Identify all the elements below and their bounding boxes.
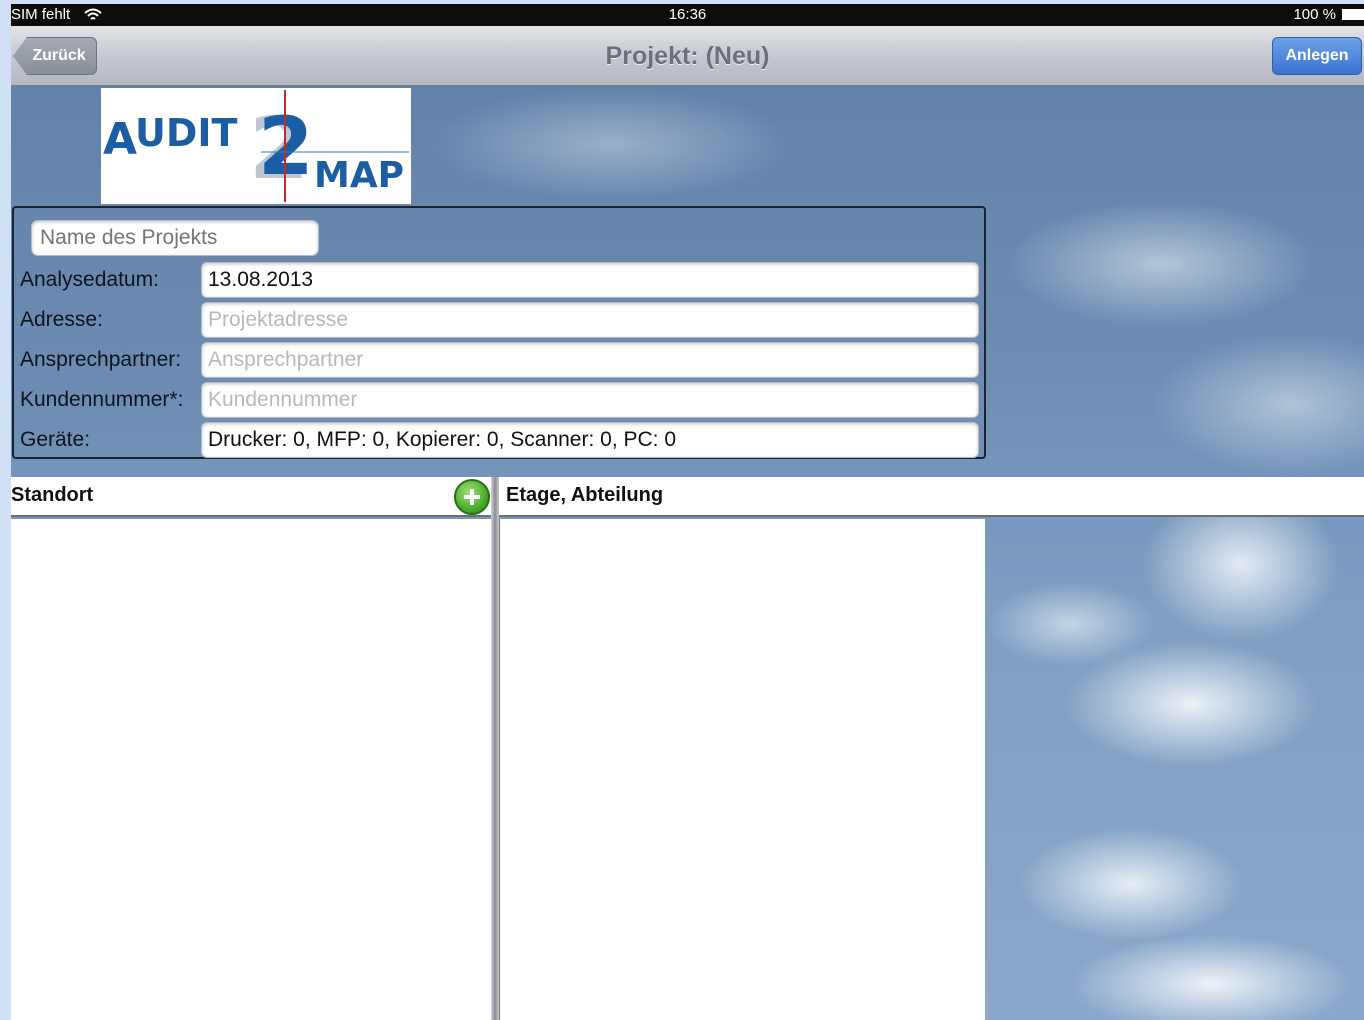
create-button[interactable]: Anlegen [1272,37,1362,75]
location-list-header: Standort [11,477,491,517]
battery-icon [1342,9,1364,20]
project-form: Analysedatum: 13.08.2013 Adresse: Projek… [12,206,986,459]
customer-number-field[interactable]: Kundennummer [201,382,979,418]
battery-status: 100 % [1293,6,1364,23]
navigation-bar: Zurück Projekt: (Neu) Anlegen [11,26,1364,86]
logo-graphic: A UDIT 2 2 MAP [103,90,409,202]
analysis-date-label: Analysedatum: [20,268,159,291]
svg-text:A: A [103,114,137,165]
analysis-date-field[interactable]: 13.08.2013 [201,262,979,298]
contact-label: Ansprechpartner: [20,348,182,371]
svg-text:UDIT: UDIT [135,111,238,155]
panel-divider [491,477,499,1020]
status-time: 16:36 [668,6,707,23]
address-field[interactable]: Projektadresse [201,302,979,338]
location-list[interactable] [11,519,491,1020]
customer-number-label: Kundennummer*: [20,388,184,411]
floor-department-list-header: Etage, Abteilung [499,477,1364,517]
floor-department-list[interactable] [499,519,985,1020]
contact-field[interactable]: Ansprechpartner [201,342,979,378]
status-bar: SIM fehlt 16:36 100 % [11,4,1364,26]
app-logo: A UDIT 2 2 MAP [101,88,411,204]
address-label: Adresse: [20,308,103,331]
page-title: Projekt: (Neu) [605,42,770,70]
devices-field[interactable]: Drucker: 0, MFP: 0, Kopierer: 0, Scanner… [201,422,979,458]
location-header-label: Standort [11,484,94,506]
add-location-button[interactable] [454,479,490,515]
battery-label: 100 % [1293,6,1336,23]
project-name-input[interactable] [31,220,319,256]
devices-label: Geräte: [20,428,91,451]
floor-department-header-label: Etage, Abteilung [506,484,664,506]
plus-circle-icon [464,489,480,505]
svg-text:MAP: MAP [314,155,404,196]
device-screen: SIM fehlt 16:36 100 % Zurück Projekt: (N… [11,4,1364,1020]
